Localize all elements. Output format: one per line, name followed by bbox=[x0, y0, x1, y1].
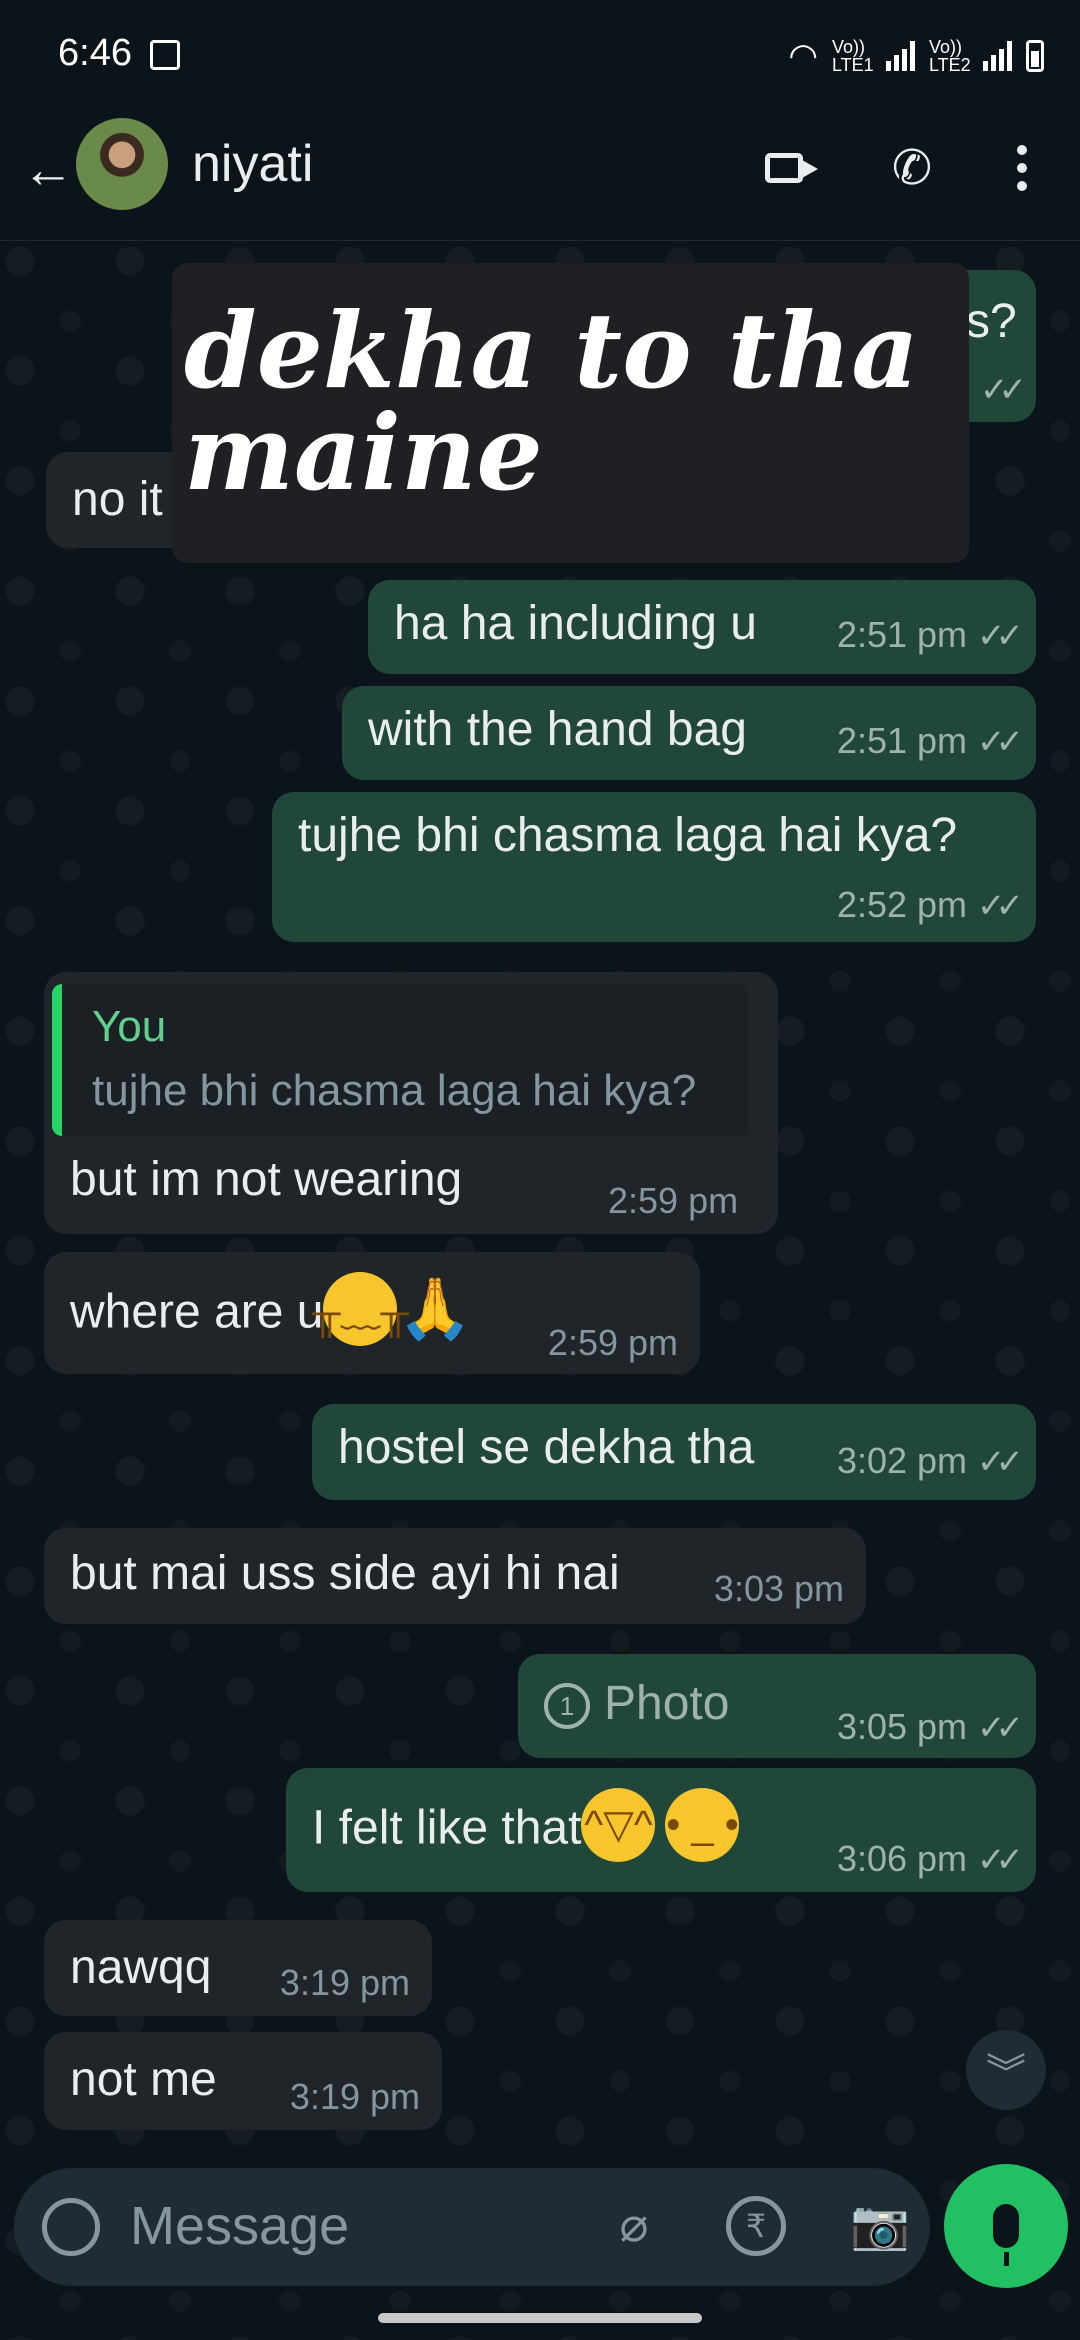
message-time: 3:19 pm bbox=[289, 2076, 420, 2117]
read-ticks-icon: ✓✓ bbox=[977, 1709, 1024, 1747]
wifi-icon: ◠ bbox=[788, 37, 818, 75]
message-bubble[interactable]: tujhe bhi chasma laga hai kya? 2:52 pm ✓✓ bbox=[272, 792, 1036, 942]
chevron-double-down-icon: ︾ bbox=[986, 2052, 1026, 2096]
message-time: 3:05 pm bbox=[836, 1706, 968, 1747]
message-time: 2:59 pm bbox=[547, 1322, 678, 1363]
status-time: 6:46 bbox=[58, 32, 132, 74]
text-sticker[interactable]: dekha to tha maine bbox=[172, 263, 969, 563]
message-bubble[interactable]: with the hand bag 2:51 pm ✓✓ bbox=[342, 686, 1036, 780]
message-bubble[interactable]: I felt like that ^▽^ • _ • 3:06 pm ✓✓ bbox=[286, 1768, 1036, 1892]
message-bubble[interactable]: not me 3:19 pm bbox=[44, 2032, 442, 2130]
sim2-label: Vo)) LTE2 bbox=[929, 37, 971, 75]
back-arrow-icon[interactable]: ← bbox=[18, 140, 78, 200]
message-time: 3:02 pm bbox=[836, 1440, 968, 1481]
read-ticks-icon: ✓✓ bbox=[977, 1841, 1024, 1879]
message-composer: ⌀ ₹ 📷 bbox=[14, 2168, 930, 2286]
message-bubble[interactable]: ha ha including u 2:51 pm ✓✓ bbox=[368, 580, 1036, 674]
read-ticks-icon: ✓✓ bbox=[980, 371, 1027, 409]
microphone-icon bbox=[993, 2204, 1019, 2266]
status-icons: ◠ Vo)) LTE1 Vo)) LTE2 bbox=[788, 36, 1044, 76]
read-ticks-icon: ✓✓ bbox=[977, 723, 1024, 761]
voice-call-icon[interactable]: ✆ bbox=[880, 136, 944, 200]
crying-face-icon: ╥﹏╥ bbox=[312, 1272, 409, 1346]
message-bubble[interactable]: where are u ╥﹏╥ 🙏 2:59 pm bbox=[44, 1252, 700, 1374]
quoted-message[interactable]: You tujhe bhi chasma laga hai kya? bbox=[52, 984, 748, 1136]
contact-name[interactable]: niyati bbox=[192, 134, 313, 194]
camera-icon[interactable]: 📷 bbox=[850, 2196, 910, 2256]
signal-icon-2 bbox=[983, 41, 1012, 71]
message-time: 3:06 pm bbox=[836, 1838, 968, 1879]
battery-icon bbox=[1026, 40, 1044, 72]
view-once-photo-bubble[interactable]: 1 Photo 3:05 pm ✓✓ bbox=[518, 1654, 1036, 1758]
message-time: 2:59 pm bbox=[608, 1180, 739, 1221]
signal-icon-1 bbox=[886, 41, 915, 71]
neutral-face-icon: • _ • bbox=[665, 1788, 740, 1862]
contact-avatar[interactable] bbox=[76, 118, 168, 210]
message-time: 3:03 pm bbox=[713, 1568, 844, 1609]
quote-text: tujhe bhi chasma laga hai kya? bbox=[92, 1066, 697, 1115]
reply-body: but im not wearing bbox=[70, 1153, 463, 1206]
message-bubble[interactable]: nawqq 3:19 pm bbox=[44, 1920, 432, 2016]
message-time: 2:51 pm bbox=[836, 720, 968, 761]
attach-paperclip-icon[interactable]: ⌀ bbox=[604, 2196, 664, 2256]
more-options-icon[interactable] bbox=[990, 136, 1054, 200]
voice-message-button[interactable] bbox=[944, 2164, 1068, 2288]
sim1-label: Vo)) LTE1 bbox=[832, 37, 874, 75]
gesture-nav-bar[interactable] bbox=[378, 2313, 702, 2323]
quote-author: You bbox=[92, 1002, 167, 1051]
grinning-sweat-icon: ^▽^ bbox=[581, 1788, 656, 1862]
message-time: 2:52 pm bbox=[836, 884, 968, 925]
message-time: 2:51 pm bbox=[836, 614, 968, 655]
folded-hands-icon: 🙏 bbox=[397, 1275, 473, 1342]
scroll-to-bottom-button[interactable]: ︾ bbox=[966, 2030, 1046, 2110]
gallery-notification-icon bbox=[150, 40, 180, 70]
video-call-icon[interactable] bbox=[752, 136, 818, 200]
chat-header: ← niyati ✆ bbox=[0, 110, 1080, 241]
payment-rupee-icon[interactable]: ₹ bbox=[726, 2196, 786, 2256]
read-ticks-icon: ✓✓ bbox=[977, 617, 1024, 655]
message-input[interactable] bbox=[128, 2194, 592, 2258]
message-bubble[interactable]: hostel se dekha tha 3:02 pm ✓✓ bbox=[312, 1404, 1036, 1500]
read-ticks-icon: ✓✓ bbox=[977, 1443, 1024, 1481]
read-ticks-icon: ✓✓ bbox=[977, 887, 1024, 925]
status-bar: 6:46 ◠ Vo)) LTE1 Vo)) LTE2 bbox=[0, 0, 1080, 110]
message-time: 3:19 pm bbox=[279, 1962, 410, 2003]
message-bubble[interactable]: but mai uss side ayi hi nai 3:03 pm bbox=[44, 1528, 866, 1624]
view-once-icon: 1 bbox=[544, 1683, 590, 1730]
emoji-sticker-icon[interactable] bbox=[42, 2198, 100, 2256]
